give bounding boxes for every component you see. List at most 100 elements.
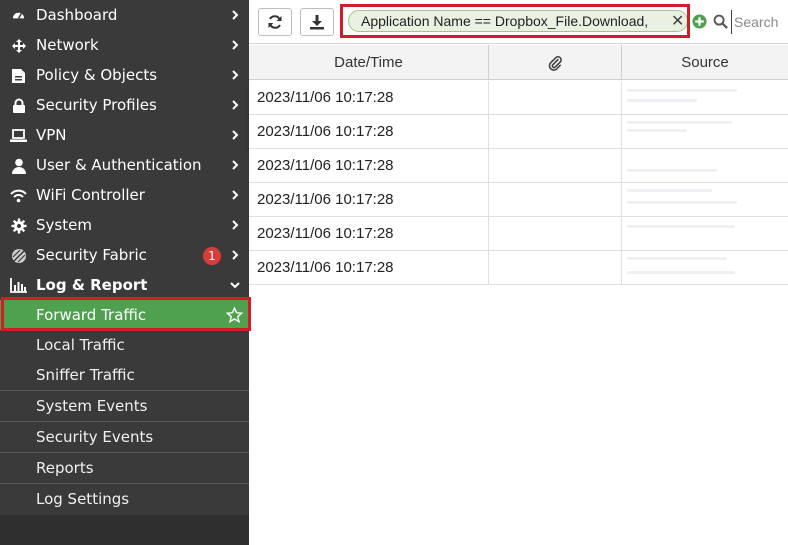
- nav-system[interactable]: System: [0, 210, 249, 240]
- redacted-text: [627, 99, 697, 102]
- gear-icon: [10, 217, 27, 234]
- table-row[interactable]: 2023/11/06 10:17:28: [249, 81, 788, 115]
- chevron-right-icon: [232, 160, 239, 170]
- star-icon[interactable]: [226, 307, 243, 323]
- nav-security-profiles[interactable]: Security Profiles: [0, 90, 249, 120]
- sub-reports[interactable]: Reports: [0, 453, 249, 483]
- cell-datetime: 2023/11/06 10:17:28: [257, 259, 394, 276]
- redacted-text: [627, 169, 717, 172]
- nav-log-report-label: Log & Report: [36, 276, 148, 294]
- redacted-text: [627, 189, 712, 192]
- cell-datetime: 2023/11/06 10:17:28: [257, 157, 394, 174]
- column-header-attachment[interactable]: [489, 45, 622, 80]
- nav-dashboard[interactable]: Dashboard: [0, 0, 249, 30]
- cell-datetime: 2023/11/06 10:17:28: [257, 123, 394, 140]
- divider: [488, 183, 489, 217]
- refresh-icon: [268, 15, 282, 29]
- download-button[interactable]: [300, 8, 334, 36]
- sub-sniffer-traffic-label: Sniffer Traffic: [36, 366, 135, 384]
- sub-local-traffic-label: Local Traffic: [36, 336, 125, 354]
- chevron-right-icon: [232, 10, 239, 20]
- nav-policy-objects[interactable]: Policy & Objects: [0, 60, 249, 90]
- nav-security-profiles-label: Security Profiles: [36, 96, 157, 114]
- table-header: Date/Time Source: [249, 45, 788, 80]
- nav-wifi-controller-label: WiFi Controller: [36, 186, 145, 204]
- divider: [621, 217, 622, 251]
- divider: [488, 251, 489, 285]
- column-header-source[interactable]: Source: [622, 45, 788, 80]
- chevron-right-icon: [232, 70, 239, 80]
- sub-forward-traffic-label: Forward Traffic: [36, 306, 147, 324]
- nav-wifi-controller[interactable]: WiFi Controller: [0, 180, 249, 210]
- redacted-text: [627, 129, 687, 132]
- sub-reports-label: Reports: [36, 459, 94, 477]
- nav-dashboard-label: Dashboard: [36, 6, 118, 24]
- table-row[interactable]: 2023/11/06 10:17:28: [249, 183, 788, 217]
- table-row[interactable]: 2023/11/06 10:17:28: [249, 251, 788, 285]
- table-row[interactable]: 2023/11/06 10:17:28: [249, 217, 788, 251]
- nav-system-label: System: [36, 216, 92, 234]
- chevron-right-icon: [232, 130, 239, 140]
- network-icon: [10, 37, 27, 54]
- refresh-button[interactable]: [258, 8, 292, 36]
- divider: [488, 217, 489, 251]
- redacted-text: [627, 201, 737, 204]
- nav-network[interactable]: Network: [0, 30, 249, 60]
- nav-vpn-label: VPN: [36, 126, 67, 144]
- cell-datetime: 2023/11/06 10:17:28: [257, 225, 394, 242]
- table-row[interactable]: 2023/11/06 10:17:28: [249, 115, 788, 149]
- sub-security-events[interactable]: Security Events: [0, 422, 249, 452]
- chevron-right-icon: [232, 40, 239, 50]
- divider: [621, 149, 622, 183]
- divider: [488, 149, 489, 183]
- sub-log-settings[interactable]: Log Settings: [0, 484, 249, 514]
- nav-policy-objects-label: Policy & Objects: [36, 66, 158, 84]
- divider: [488, 81, 489, 115]
- nav-log-report[interactable]: Log & Report: [0, 270, 249, 300]
- nav-user-authentication-label: User & Authentication: [36, 156, 202, 174]
- sub-forward-traffic[interactable]: Forward Traffic: [0, 300, 249, 330]
- cell-datetime: 2023/11/06 10:17:28: [257, 89, 394, 106]
- divider: [621, 183, 622, 217]
- nav-security-fabric[interactable]: Security Fabric 1: [0, 240, 249, 270]
- user-icon: [10, 157, 27, 174]
- sub-log-settings-label: Log Settings: [36, 490, 130, 508]
- sidebar: Dashboard Network Policy & Objects Secur…: [0, 0, 249, 545]
- search-input[interactable]: [731, 10, 788, 34]
- sub-security-events-label: Security Events: [36, 428, 154, 446]
- table-row[interactable]: 2023/11/06 10:17:28: [249, 149, 788, 183]
- lock-icon: [10, 97, 27, 114]
- filter-chip-text: Application Name == Dropbox_File.Downloa…: [361, 13, 649, 29]
- download-icon: [310, 15, 324, 30]
- close-icon[interactable]: ✕: [671, 13, 684, 29]
- log-report-submenu: Forward Traffic Local Traffic Sniffer Tr…: [0, 299, 249, 515]
- policy-icon: [10, 67, 27, 84]
- divider: [621, 251, 622, 285]
- redacted-text: [627, 225, 735, 228]
- divider: [621, 81, 622, 115]
- add-filter-icon[interactable]: [692, 14, 707, 29]
- redacted-text: [627, 121, 732, 124]
- sub-system-events[interactable]: System Events: [0, 391, 249, 421]
- notification-badge: 1: [203, 247, 221, 265]
- filter-chip[interactable]: Application Name == Dropbox_File.Downloa…: [348, 10, 688, 32]
- chevron-right-icon: [232, 190, 239, 200]
- chevron-right-icon: [232, 100, 239, 110]
- redacted-text: [627, 271, 735, 274]
- nav-network-label: Network: [36, 36, 99, 54]
- divider: [488, 115, 489, 149]
- column-header-datetime[interactable]: Date/Time: [249, 45, 489, 80]
- paperclip-icon: [548, 55, 562, 71]
- redacted-text: [627, 89, 737, 92]
- sub-sniffer-traffic[interactable]: Sniffer Traffic: [0, 360, 249, 390]
- sub-local-traffic[interactable]: Local Traffic: [0, 330, 249, 360]
- sidebar-footer: [0, 515, 249, 545]
- chevron-right-icon: [232, 220, 239, 230]
- divider: [621, 115, 622, 149]
- nav-vpn[interactable]: VPN: [0, 120, 249, 150]
- laptop-icon: [10, 127, 27, 144]
- chevron-down-icon: [230, 282, 240, 289]
- nav-user-authentication[interactable]: User & Authentication: [0, 150, 249, 180]
- search-icon: [713, 14, 728, 29]
- nav-security-fabric-label: Security Fabric: [36, 246, 147, 264]
